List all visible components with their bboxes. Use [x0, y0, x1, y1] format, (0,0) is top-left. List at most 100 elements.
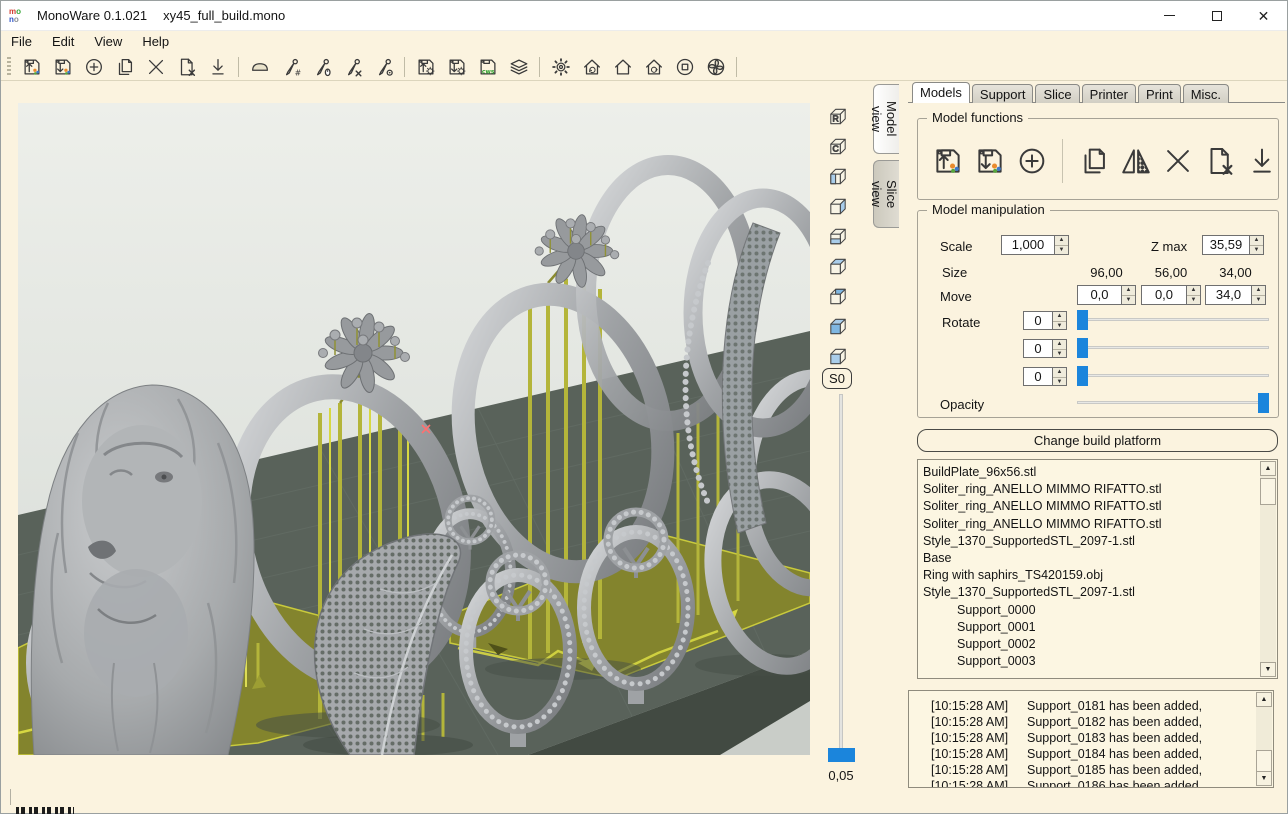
rotate-z-slider[interactable]	[1077, 366, 1269, 386]
rotate-y-spinbox[interactable]: 0 ▲▼	[1023, 339, 1067, 358]
import-model-button[interactable]	[19, 55, 45, 79]
model-list[interactable]: ▲ ▼ BuildPlate_96x56.stlSoliter_ring_ANE…	[917, 459, 1278, 679]
viewport-3d[interactable]	[18, 103, 810, 755]
clear-models-button[interactable]	[174, 55, 200, 79]
rotate-y-slider-thumb[interactable]	[1077, 338, 1088, 358]
layer-slider-track[interactable]	[839, 394, 843, 754]
close-button[interactable]: ✕	[1240, 1, 1287, 30]
import-build-button[interactable]	[413, 55, 439, 79]
tab-print[interactable]: Print	[1138, 84, 1181, 103]
scrollbar-thumb[interactable]	[1260, 478, 1276, 505]
rotate-y-spin-up[interactable]: ▲	[1053, 340, 1066, 350]
move-y-spin-down[interactable]: ▼	[1187, 296, 1200, 305]
support-add-button[interactable]: #	[278, 55, 304, 79]
view-front-button[interactable]	[826, 345, 850, 368]
scale-spinbox[interactable]: 1,000 ▲▼	[1001, 235, 1069, 255]
move-y-value[interactable]: 0,0	[1142, 286, 1186, 304]
zmax-spin-up[interactable]: ▲	[1250, 236, 1263, 246]
list-item[interactable]: Soliter_ring_ANELLO MIMMO RIFATTO.stl	[923, 516, 1257, 533]
menu-view[interactable]: View	[84, 31, 132, 53]
rotate-y-slider[interactable]	[1077, 338, 1269, 358]
toolbar-grip[interactable]	[7, 57, 11, 77]
menu-edit[interactable]: Edit	[42, 31, 84, 53]
list-item[interactable]: Support_0001	[923, 619, 1257, 636]
rotate-x-slider-track[interactable]	[1077, 318, 1269, 321]
rotate-z-spinbox[interactable]: 0 ▲▼	[1023, 367, 1067, 386]
scroll-down-button[interactable]: ▼	[1260, 662, 1276, 677]
list-item[interactable]: Soliter_ring_ANELLO MIMMO RIFATTO.stl	[923, 498, 1257, 515]
rotate-z-spin-up[interactable]: ▲	[1053, 368, 1066, 378]
stop-button[interactable]	[672, 55, 698, 79]
rotate-z-slider-track[interactable]	[1077, 374, 1269, 377]
support-delete-button[interactable]	[340, 55, 366, 79]
zmax-value[interactable]: 35,59	[1203, 236, 1249, 254]
rotate-z-spin-down[interactable]: ▼	[1053, 378, 1066, 387]
delete-model-button[interactable]	[1160, 142, 1195, 180]
list-item[interactable]: Soliter_ring_ANELLO MIMMO RIFATTO.stl	[923, 481, 1257, 498]
move-y-spinbox[interactable]: 0,0 ▲▼	[1141, 285, 1201, 305]
rotate-x-spinbox[interactable]: 0 ▲▼	[1023, 311, 1067, 330]
drop-model-button[interactable]	[205, 55, 231, 79]
list-item[interactable]: Support_0000	[923, 602, 1257, 619]
view-bottom-button[interactable]	[826, 225, 850, 248]
export-model-button[interactable]	[972, 142, 1007, 180]
move-y-spin-up[interactable]: ▲	[1187, 286, 1200, 296]
add-model-button[interactable]	[1014, 142, 1049, 180]
view-iso-button[interactable]	[826, 315, 850, 338]
rotate-x-spin-up[interactable]: ▲	[1053, 312, 1066, 322]
maximize-button[interactable]	[1193, 1, 1240, 30]
list-item[interactable]: Style_1370_SupportedSTL_2097-1.stl	[923, 584, 1257, 601]
view-back-button[interactable]	[826, 285, 850, 308]
list-item[interactable]: Ring with saphirs_TS420159.obj	[923, 567, 1257, 584]
scale-spin-up[interactable]: ▲	[1055, 236, 1068, 246]
rotate-x-value[interactable]: 0	[1024, 312, 1052, 329]
view-cube-reset-button[interactable]: R	[826, 105, 850, 128]
mirror-model-button[interactable]	[1118, 142, 1153, 180]
slice-layers-button[interactable]	[506, 55, 532, 79]
rotate-z-slider-thumb[interactable]	[1077, 366, 1088, 386]
export-model-button[interactable]	[50, 55, 76, 79]
fan-button[interactable]	[703, 55, 729, 79]
move-x-spinbox[interactable]: 0,0 ▲▼	[1077, 285, 1136, 305]
list-item[interactable]: Base	[923, 550, 1257, 567]
move-z-spinbox[interactable]: 34,0 ▲▼	[1205, 285, 1266, 305]
move-z-spin-down[interactable]: ▼	[1252, 296, 1265, 305]
layer-slider[interactable]	[827, 394, 857, 766]
settings-button[interactable]	[548, 55, 574, 79]
add-model-button[interactable]	[81, 55, 107, 79]
import-model-button[interactable]	[930, 142, 965, 180]
zmax-spin-down[interactable]: ▼	[1250, 246, 1263, 255]
rotate-y-slider-track[interactable]	[1077, 346, 1269, 349]
scale-spin-down[interactable]: ▼	[1055, 246, 1068, 255]
view-right-button[interactable]	[826, 195, 850, 218]
rotate-x-slider-thumb[interactable]	[1077, 310, 1088, 330]
minimize-button[interactable]	[1146, 1, 1193, 30]
log-scrollbar[interactable]: ▲ ▼	[1256, 692, 1272, 786]
view-rotate-button[interactable]	[641, 55, 667, 79]
view-orbit-button[interactable]	[579, 55, 605, 79]
slice-zero-button[interactable]: S0	[822, 368, 852, 389]
view-home-button[interactable]	[610, 55, 636, 79]
tab-slice-view[interactable]: Slice view	[873, 160, 899, 228]
drop-model-button[interactable]	[1244, 142, 1279, 180]
move-z-spin-up[interactable]: ▲	[1252, 286, 1265, 296]
tab-support[interactable]: Support	[972, 84, 1034, 103]
export-build-button[interactable]	[444, 55, 470, 79]
menu-help[interactable]: Help	[132, 31, 179, 53]
rotate-y-spin-down[interactable]: ▼	[1053, 350, 1066, 359]
copy-model-button[interactable]	[112, 55, 138, 79]
tab-model-view[interactable]: Model view	[873, 84, 899, 154]
list-item[interactable]: Style_1370_SupportedSTL_2097-1.stl	[923, 533, 1257, 550]
list-item[interactable]: BuildPlate_96x56.stl	[923, 464, 1257, 481]
scale-value[interactable]: 1,000	[1002, 236, 1054, 254]
support-auto-button[interactable]	[371, 55, 397, 79]
scroll-up-button[interactable]: ▲	[1260, 461, 1276, 476]
menu-file[interactable]: File	[1, 31, 42, 53]
build-platform-button[interactable]	[247, 55, 273, 79]
opacity-slider-thumb[interactable]	[1258, 393, 1269, 413]
move-z-value[interactable]: 34,0	[1206, 286, 1251, 304]
opacity-slider[interactable]	[1077, 393, 1269, 413]
view-top-button[interactable]	[826, 255, 850, 278]
log-box[interactable]: ▲ ▼ [10:15:28 AM]Support_0181 has been a…	[908, 690, 1274, 788]
view-cube-center-button[interactable]: C	[826, 135, 850, 158]
